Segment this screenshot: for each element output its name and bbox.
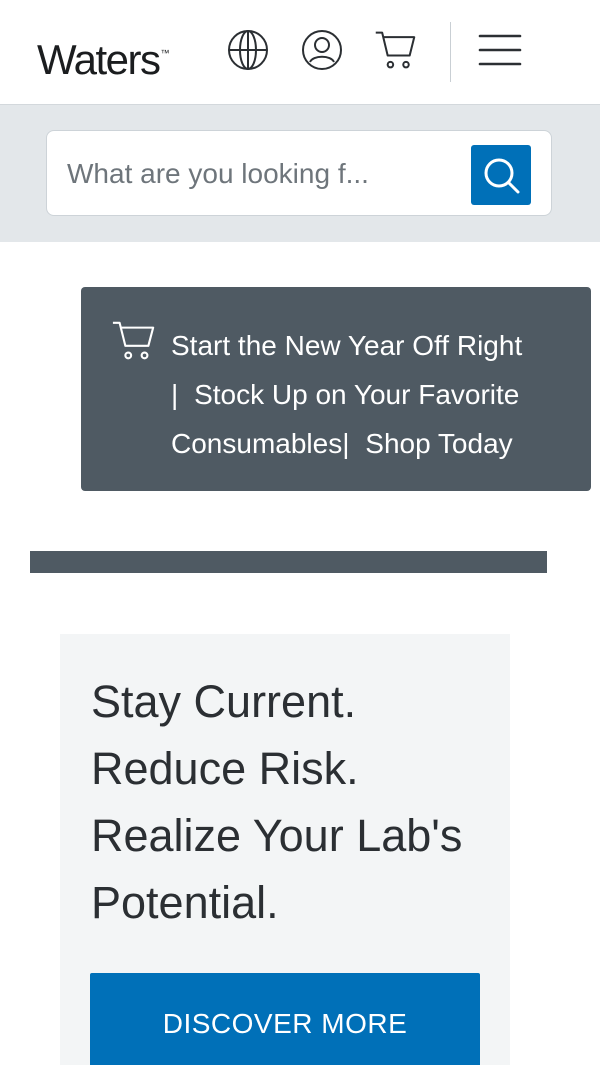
search-input[interactable]	[65, 151, 449, 197]
promo-separator-2: |	[342, 428, 350, 459]
logo-trademark: ™	[160, 48, 170, 58]
site-header: Waters™	[0, 0, 600, 105]
logo-text: Waters	[37, 36, 161, 83]
waters-logo[interactable]: Waters™	[37, 30, 169, 83]
hero-title-line: Potential.	[91, 877, 279, 928]
cart-icon[interactable]	[373, 28, 417, 72]
carousel-bar	[30, 551, 547, 573]
promo-banner[interactable]: Start the New Year Off Right | Stock Up …	[81, 287, 591, 491]
hero-title-line: Reduce Risk.	[91, 743, 359, 794]
promo-text: Start the New Year Off Right | Stock Up …	[171, 321, 571, 468]
promo-subline: Stock Up on Your Favorite	[194, 379, 520, 410]
menu-icon[interactable]	[478, 28, 522, 72]
search-section	[0, 105, 600, 242]
page: Waters™ What are you looking f... Start …	[0, 0, 600, 1065]
promo-subline-2: Consumables	[171, 428, 343, 459]
hero-title: Stay Current. Reduce Risk. Realize Your …	[91, 668, 501, 936]
hero-title-line: Stay Current.	[91, 676, 357, 727]
hero-title-line: Realize Your Lab's	[91, 810, 463, 861]
search-icon	[484, 158, 520, 194]
search-box	[46, 130, 552, 216]
promo-headline: Start the New Year Off Right	[171, 330, 523, 361]
globe-icon[interactable]	[226, 28, 270, 72]
discover-more-button[interactable]: DISCOVER MORE	[90, 973, 480, 1065]
search-button[interactable]	[471, 145, 531, 205]
cart-icon	[111, 319, 157, 363]
user-icon[interactable]	[300, 28, 344, 72]
promo-separator: |	[171, 379, 179, 410]
header-divider	[450, 22, 451, 82]
hero-card: Stay Current. Reduce Risk. Realize Your …	[60, 634, 510, 1065]
shop-today-link[interactable]: Shop Today	[365, 428, 512, 459]
